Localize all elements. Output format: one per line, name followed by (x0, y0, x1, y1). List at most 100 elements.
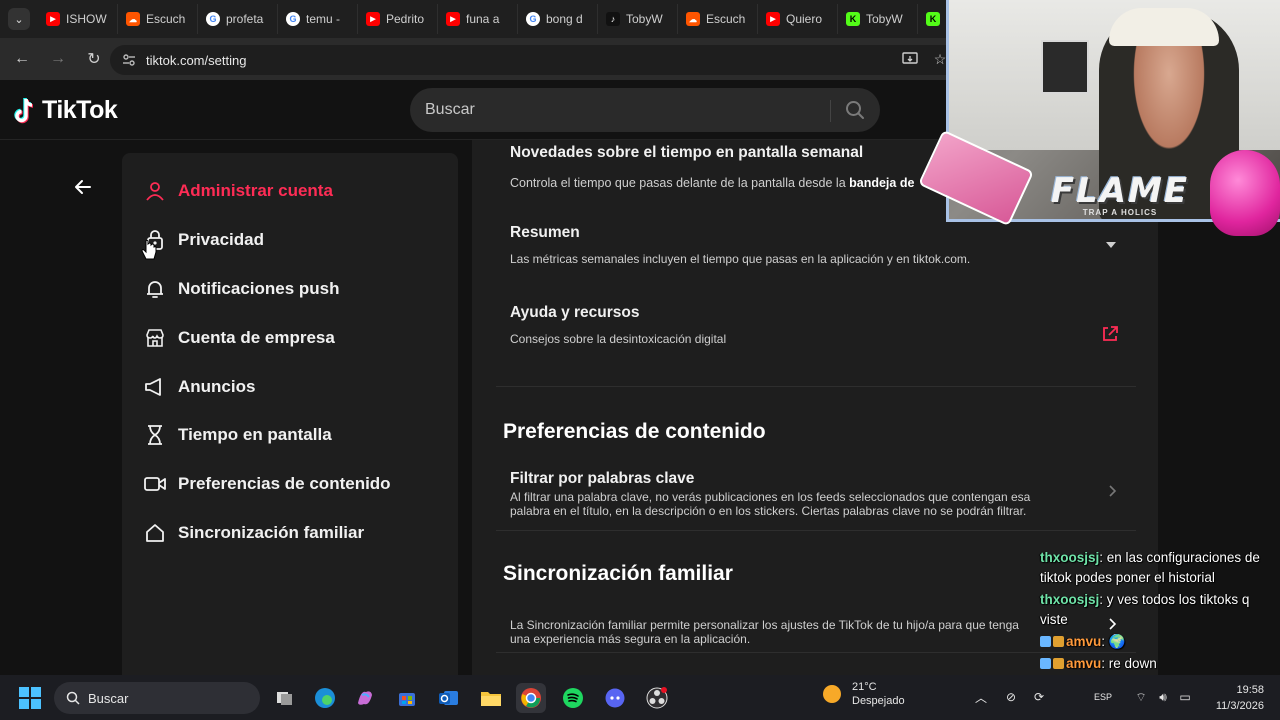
browser-tab[interactable]: ▶ funa a (438, 4, 518, 34)
browser-tab[interactable]: ♪ TobyW (598, 4, 678, 34)
browser-tab-label: Pedrito (386, 12, 425, 26)
help-desc: Consejos sobre la desintoxicación digita… (510, 332, 727, 346)
tab-search-menu-button[interactable]: ⌄ (8, 8, 30, 30)
chat-message: amvu: 🌍 (1040, 632, 1280, 652)
weather-temp: 21°C (852, 681, 877, 693)
sidebar-item[interactable]: Anuncios (122, 362, 458, 411)
browser-tab[interactable]: K TobyW (838, 4, 918, 34)
tray-overflow-chevron-icon[interactable]: ︿ (972, 688, 990, 706)
reload-icon[interactable]: ↻ (82, 47, 106, 71)
keyword-filter-desc: Al filtrar una palabra clave, no verás p… (510, 490, 1031, 518)
chat-badge-icon (1053, 636, 1064, 647)
webcam-poster (1041, 40, 1089, 94)
file-explorer-icon[interactable] (476, 683, 506, 713)
flame-banner-title: FLAME (1050, 170, 1190, 211)
sidebar-item[interactable]: Privacidad (122, 216, 458, 265)
sidebar-item-label: Privacidad (178, 230, 264, 250)
url-text: tiktok.com/setting (146, 52, 247, 68)
site-settings-icon[interactable] (122, 53, 136, 67)
external-link-icon[interactable] (1100, 324, 1120, 344)
weekly-update-desc-bold: bandeja de (849, 176, 915, 190)
content-preferences-heading: Preferencias de contenido (503, 420, 766, 443)
obs-icon[interactable] (642, 683, 672, 713)
help-resources-setting[interactable]: Ayuda y recursos Consejos sobre la desin… (510, 304, 1130, 346)
chat-username: amvu (1066, 634, 1102, 649)
sidebar-item[interactable]: Cuenta de empresa (122, 313, 458, 362)
google-icon: G (526, 12, 540, 26)
outlook-icon[interactable] (434, 683, 464, 713)
browser-tab[interactable]: Gtemu - (278, 4, 358, 34)
volume-icon[interactable]: 🔊︎ (1154, 688, 1172, 706)
hourglass-icon (144, 424, 166, 446)
clock-date: 11/3/2026 (1215, 700, 1264, 712)
chat-message: thxoosjsj: y ves todos los tiktoks q vis… (1040, 590, 1280, 630)
browser-tab[interactable]: Gbong d (518, 4, 598, 34)
browser-tab[interactable]: ☁ Escuch (118, 4, 198, 34)
forward-icon[interactable]: → (46, 47, 70, 71)
settings-back-arrow-icon[interactable] (70, 176, 96, 198)
browser-tab-label: TobyW (626, 12, 663, 26)
browser-tab[interactable]: Gprofeta (198, 4, 278, 34)
taskbar-clock[interactable]: 19:58 11/3/2026 (1200, 682, 1264, 714)
spotify-icon[interactable] (558, 683, 588, 713)
browser-tab-label: Quiero (786, 12, 823, 26)
store-icon[interactable] (392, 683, 422, 713)
google-icon: G (206, 12, 220, 26)
edge-icon[interactable] (310, 683, 340, 713)
sidebar-item[interactable]: Preferencias de contenido (122, 460, 458, 509)
url-bar[interactable]: tiktok.com/setting (110, 45, 960, 75)
tiktok-note-icon (14, 97, 38, 125)
discord-icon[interactable] (600, 683, 630, 713)
chevron-down-icon[interactable] (1104, 240, 1118, 250)
sidebar-item-label: Notificaciones push (178, 278, 340, 298)
tiktok-search-input[interactable] (425, 101, 825, 119)
taskbar-search[interactable]: Buscar (54, 682, 260, 714)
help-title: Ayuda y recursos (510, 304, 640, 321)
summary-setting[interactable]: Resumen Las métricas semanales incluyen … (510, 224, 1130, 266)
browser-tab[interactable]: ▶ Pedrito (358, 4, 438, 34)
sidebar-item[interactable]: Tiempo en pantalla (122, 411, 458, 460)
back-icon[interactable]: ← (10, 47, 34, 71)
browser-tab[interactable]: ☁ Escuch (678, 4, 758, 34)
keyword-filter-setting[interactable]: Filtrar por palabras clave Al filtrar un… (510, 470, 1070, 518)
sidebar-item[interactable]: Sincronización familiar (122, 509, 458, 558)
browser-tab[interactable]: ▶ ISHOW (38, 4, 118, 34)
taskbar-search-label: Buscar (88, 690, 129, 706)
youtube-icon: ▶ (766, 12, 780, 26)
browser-tab-label: TobyW (866, 12, 903, 26)
tray-app-icon[interactable]: ⊘ (1002, 688, 1020, 706)
task-view-icon[interactable] (270, 683, 300, 713)
clock-time: 19:58 (1236, 684, 1264, 696)
sidebar-item-label: Preferencias de contenido (178, 474, 391, 494)
family-sync-setting[interactable]: La Sincronización familiar permite perso… (510, 608, 1040, 646)
install-app-icon[interactable] (900, 49, 920, 69)
chevron-right-icon[interactable] (1106, 484, 1120, 498)
summary-desc: Las métricas semanales incluyen el tiemp… (510, 252, 971, 266)
search-icon[interactable] (842, 98, 868, 122)
windows-start-icon[interactable] (18, 686, 42, 710)
sidebar-item[interactable]: Administrar cuenta (122, 167, 458, 216)
browser-tab[interactable]: ▶ Quiero (758, 4, 838, 34)
person-icon (144, 180, 166, 202)
weather-text: 21°C Despejado (852, 680, 905, 708)
copilot-icon[interactable] (350, 683, 380, 713)
chrome-icon[interactable] (516, 683, 546, 713)
input-language-indicator[interactable]: ESP (1088, 688, 1118, 706)
weather-widget[interactable]: 21°C Despejado (820, 680, 905, 708)
network-icon[interactable]: ⌔ (1132, 688, 1150, 706)
youtube-icon: ▶ (446, 12, 460, 26)
tray-sync-icon[interactable]: ⟳ (1030, 688, 1048, 706)
sidebar-items: Administrar cuenta Privacidad Notificacion… (122, 167, 458, 557)
youtube-icon: ▶ (366, 12, 380, 26)
summary-title: Resumen (510, 224, 580, 241)
keyword-filter-title: Filtrar por palabras clave (510, 470, 695, 487)
chat-username: thxoosjsj (1040, 592, 1100, 607)
browser-tab-label: profeta (226, 12, 264, 26)
battery-icon[interactable]: ▭ (1176, 688, 1194, 706)
tiktok-logo[interactable]: TikTok (14, 96, 118, 125)
section-divider (496, 386, 1136, 387)
kick-icon: K (926, 12, 940, 26)
browser-tab-label: bong d (546, 12, 583, 26)
sidebar-item[interactable]: Notificaciones push (122, 265, 458, 314)
soundcloud-icon: ☁ (686, 12, 700, 26)
